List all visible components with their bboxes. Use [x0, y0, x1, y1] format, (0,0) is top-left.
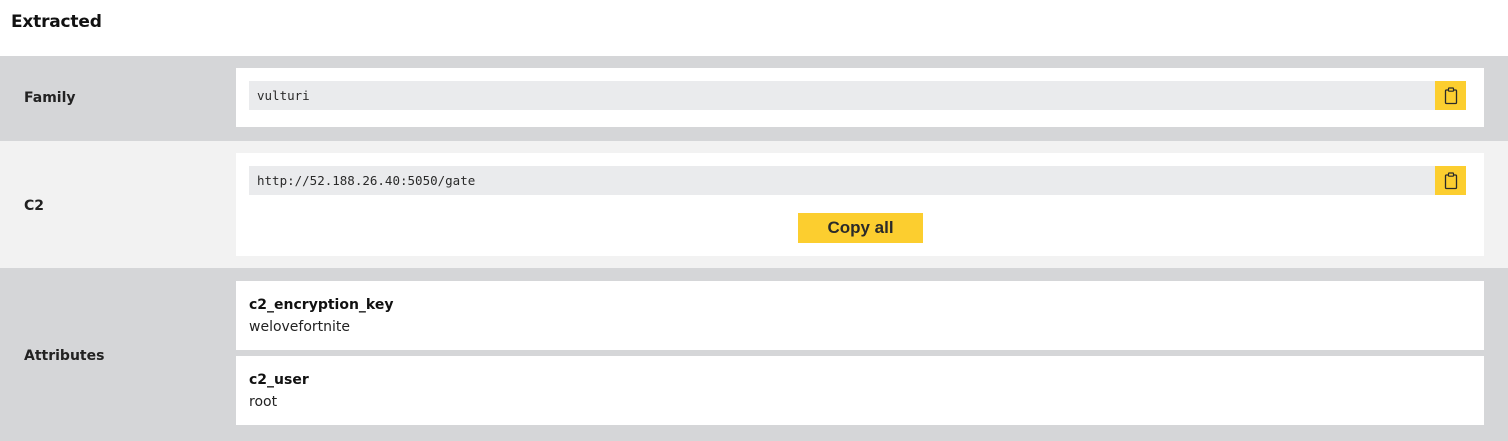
- family-label: Family: [24, 90, 76, 106]
- attributes-row: Attributes c2_encryption_key welovefortn…: [0, 268, 1508, 441]
- family-value-box: vulturi: [249, 81, 1466, 110]
- clipboard-icon: [1444, 86, 1457, 104]
- attribute-key: c2_user: [249, 372, 309, 388]
- c2-row: C2 http://52.188.26.40:5050/gate Copy al…: [0, 141, 1508, 268]
- attribute-value[interactable]: root: [249, 394, 277, 410]
- c2-value-box: http://52.188.26.40:5050/gate: [249, 166, 1466, 195]
- copy-all-button[interactable]: Copy all: [798, 213, 923, 243]
- attribute-card-c2-user: c2_user root: [236, 356, 1484, 425]
- page-title: Extracted: [11, 12, 102, 32]
- c2-copy-button[interactable]: [1435, 166, 1466, 195]
- family-panel: vulturi: [236, 68, 1484, 127]
- c2-value[interactable]: http://52.188.26.40:5050/gate: [257, 173, 475, 188]
- c2-label: C2: [24, 198, 45, 214]
- family-copy-button[interactable]: [1435, 81, 1466, 110]
- attributes-label: Attributes: [24, 348, 105, 364]
- attribute-key: c2_encryption_key: [249, 297, 394, 313]
- clipboard-icon: [1444, 171, 1457, 189]
- attribute-card-c2-encryption-key: c2_encryption_key welovefortnite: [236, 281, 1484, 350]
- family-row: Family vulturi: [0, 56, 1508, 141]
- attribute-value[interactable]: welovefortnite: [249, 319, 350, 335]
- c2-panel: http://52.188.26.40:5050/gate Copy all: [236, 153, 1484, 256]
- family-value[interactable]: vulturi: [257, 88, 310, 103]
